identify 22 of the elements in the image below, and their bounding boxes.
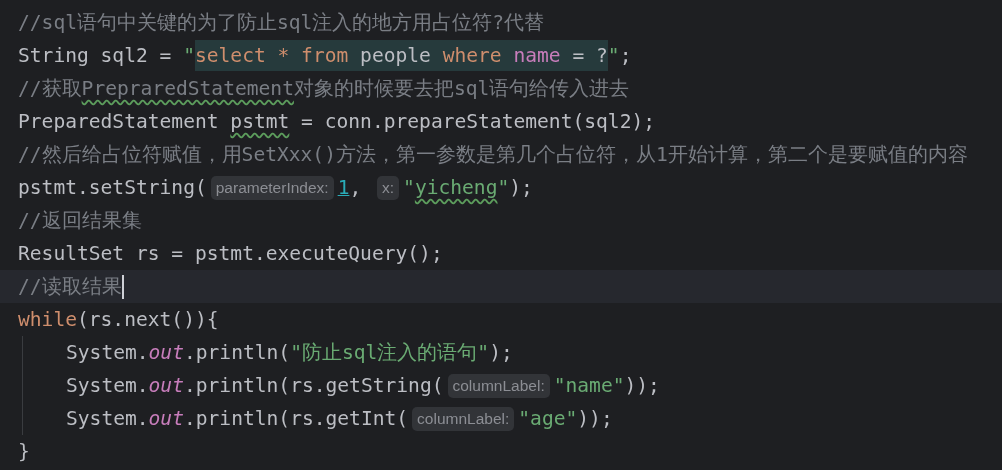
- code-text: 1,: [337, 176, 363, 199]
- code-text: ResultSet rs = pstmt.executeQuery();: [18, 242, 443, 265]
- code-text: "age"));: [518, 407, 613, 430]
- code-text: pstmt.setString(: [18, 176, 207, 199]
- parameter-hint: columnLabel:: [447, 373, 550, 398]
- parameter-hint: parameterIndex:: [210, 175, 334, 200]
- parameter-hint: x:: [377, 175, 400, 200]
- code-comment: //读取结果: [18, 274, 122, 300]
- code-comment: //获取PrepraredStatement对象的时候要去把sql语句给传入进去: [18, 76, 630, 102]
- code-text: PreparedStatement pstmt = conn.prepareStatement(sql2);: [18, 110, 656, 133]
- code-text: "name"));: [553, 374, 660, 397]
- code-text: }: [18, 440, 30, 463]
- parameter-hint: columnLabel:: [412, 406, 515, 431]
- code-text: System.out.println(rs.getString(: [66, 374, 444, 397]
- code-comment: //然后给占位符赋值，用SetXxx()方法，第一参数是第几个占位符，从1开始计算，第二个是要赋值的内容: [18, 142, 968, 168]
- text-caret: [121, 274, 124, 299]
- code-text: System.out.println("防止sql注入的语句");: [66, 340, 513, 366]
- code-text: "yicheng");: [403, 176, 533, 199]
- code-text: System.out.println(rs.getInt(: [66, 407, 409, 430]
- code-comment: //sql语句中关键的为了防止sql注入的地方用占位符?代替: [18, 10, 545, 36]
- code-comment: //返回结果集: [18, 208, 142, 234]
- code-text: while(rs.next()){: [18, 308, 219, 331]
